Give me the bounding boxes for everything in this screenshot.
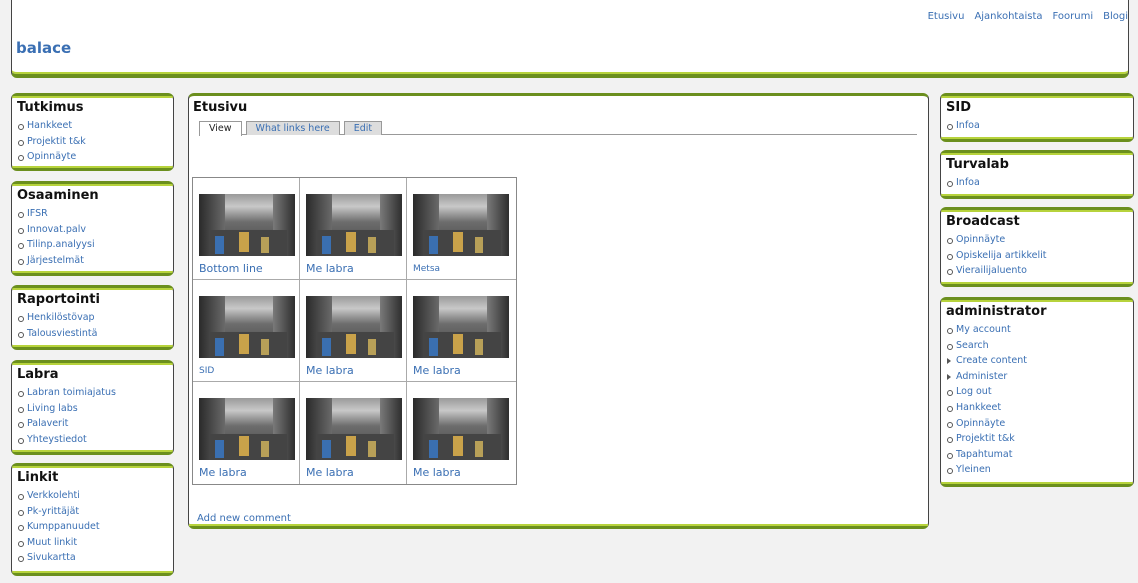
menu-link[interactable]: Living labs [17, 401, 169, 417]
block-linkit: Linkit Verkkolehti Pk-yrittäjät Kumppanu… [11, 463, 174, 576]
block-raportointi: Raportointi Henkilöstövap Talousviestint… [11, 285, 174, 350]
main-content: Etusivu View What links here Edit Bottom… [188, 93, 929, 529]
gallery-item[interactable]: Me labra [300, 178, 407, 280]
tab-view[interactable]: View [199, 121, 242, 136]
menu-link[interactable]: Muut linkit [17, 535, 169, 551]
menu-link[interactable]: Opiskelija artikkelit [946, 248, 1129, 264]
gallery-item[interactable]: Me labra [407, 382, 516, 484]
block-title: Labra [17, 367, 59, 382]
menu-link[interactable]: Yhteystiedot [17, 432, 169, 448]
block-osaaminen: Osaaminen IFSR Innovat.palv Tilinp.analy… [11, 181, 174, 276]
menu-link[interactable]: Tilinp.analyysi [17, 237, 169, 253]
site-name-link[interactable]: balace [16, 39, 71, 57]
block-administrator: administrator My account Search Create c… [940, 297, 1134, 487]
tab-edit[interactable]: Edit [343, 121, 383, 135]
gallery-item[interactable]: Me labra [300, 382, 407, 484]
block-title: Tutkimus [17, 100, 84, 115]
gallery-caption[interactable]: Me labra [306, 262, 354, 275]
menu-link[interactable]: Opinnäyte [17, 149, 169, 165]
menu-link[interactable]: IFSR [17, 206, 169, 222]
primary-links: Etusivu Ajankohtaista Foorumi Blogi [928, 11, 1128, 22]
gallery-caption[interactable]: Me labra [306, 466, 354, 479]
menu-link[interactable]: Sivukartta [17, 550, 169, 566]
gallery-thumbnail[interactable] [413, 398, 509, 460]
menu-link[interactable]: Projektit t&k [17, 134, 169, 150]
add-comment-link[interactable]: Add new comment [197, 513, 291, 524]
block-sid: SID Infoa [940, 93, 1134, 142]
gallery-thumbnail[interactable] [306, 194, 402, 256]
gallery-caption[interactable]: SID [199, 366, 214, 376]
gallery-item[interactable]: Me labra [300, 280, 407, 382]
tabs: View What links here Edit [199, 121, 917, 136]
menu-link[interactable]: Infoa [946, 118, 1129, 134]
gallery-caption[interactable]: Me labra [413, 364, 461, 377]
gallery-thumbnail[interactable] [199, 398, 295, 460]
gallery-caption[interactable]: Metsa [413, 264, 440, 274]
menu-link[interactable]: Opinnäyte [946, 416, 1129, 432]
primary-link-blogi[interactable]: Blogi [1103, 11, 1128, 22]
gallery-caption[interactable]: Me labra [306, 364, 354, 377]
block-turvalab: Turvalab Infoa [940, 150, 1134, 199]
site-header: balace Etusivu Ajankohtaista Foorumi Blo… [11, 0, 1129, 78]
menu-link[interactable]: Yleinen [946, 462, 1129, 478]
block-title: Linkit [17, 470, 59, 485]
block-title: Turvalab [946, 157, 1009, 172]
gallery-caption[interactable]: Me labra [199, 466, 247, 479]
block-tutkimus: Tutkimus Hankkeet Projektit t&k Opinnäyt… [11, 93, 174, 171]
gallery-item[interactable]: Bottom line [193, 178, 300, 280]
gallery-item[interactable]: Me labra [407, 280, 516, 382]
menu-link[interactable]: Palaverit [17, 416, 169, 432]
menu-link[interactable]: Innovat.palv [17, 222, 169, 238]
menu-link[interactable]: Opinnäyte [946, 232, 1129, 248]
menu-link[interactable]: Projektit t&k [946, 431, 1129, 447]
gallery-caption[interactable]: Me labra [413, 466, 461, 479]
gallery-thumbnail[interactable] [199, 194, 295, 256]
gallery-thumbnail[interactable] [306, 398, 402, 460]
block-broadcast: Broadcast Opinnäyte Opiskelija artikkeli… [940, 207, 1134, 287]
menu-link-administer[interactable]: Administer [946, 369, 1129, 385]
menu-link[interactable]: Verkkolehti [17, 488, 169, 504]
gallery-caption[interactable]: Bottom line [199, 262, 263, 275]
menu-link-create-content[interactable]: Create content [946, 353, 1129, 369]
page-title: Etusivu [193, 100, 248, 115]
gallery-item[interactable]: Metsa [407, 178, 516, 280]
gallery-thumbnail[interactable] [413, 194, 509, 256]
gallery-thumbnail[interactable] [413, 296, 509, 358]
menu-link-my-account[interactable]: My account [946, 322, 1129, 338]
tab-what-links-here[interactable]: What links here [245, 121, 340, 135]
gallery-item[interactable]: Me labra [193, 382, 300, 484]
primary-link-ajankohtaista[interactable]: Ajankohtaista [974, 11, 1042, 22]
menu-link[interactable]: Labran toimiajatus [17, 385, 169, 401]
gallery-thumbnail[interactable] [199, 296, 295, 358]
menu-link-search[interactable]: Search [946, 338, 1129, 354]
menu-link[interactable]: Hankkeet [17, 118, 169, 134]
menu-link[interactable]: Järjestelmät [17, 253, 169, 269]
menu-link[interactable]: Infoa [946, 175, 1129, 191]
primary-link-etusivu[interactable]: Etusivu [928, 11, 965, 22]
block-title: SID [946, 100, 971, 115]
menu-link[interactable]: Kumppanuudet [17, 519, 169, 535]
block-labra: Labra Labran toimiajatus Living labs Pal… [11, 360, 174, 455]
block-title: Raportointi [17, 292, 100, 307]
gallery-item[interactable]: SID [193, 280, 300, 382]
primary-link-foorumi[interactable]: Foorumi [1053, 11, 1094, 22]
menu-link-log-out[interactable]: Log out [946, 384, 1129, 400]
menu-link[interactable]: Pk-yrittäjät [17, 504, 169, 520]
menu-link[interactable]: Vierailijaluento [946, 263, 1129, 279]
block-title: administrator [946, 304, 1047, 319]
menu-link[interactable]: Talousviestintä [17, 326, 169, 342]
menu-link[interactable]: Tapahtumat [946, 447, 1129, 463]
menu-link[interactable]: Hankkeet [946, 400, 1129, 416]
block-title: Broadcast [946, 214, 1020, 229]
menu-link[interactable]: Henkilöstövap [17, 310, 169, 326]
image-gallery: Bottom line Me labra Metsa SID Me labra … [192, 177, 517, 485]
gallery-thumbnail[interactable] [306, 296, 402, 358]
block-title: Osaaminen [17, 188, 99, 203]
